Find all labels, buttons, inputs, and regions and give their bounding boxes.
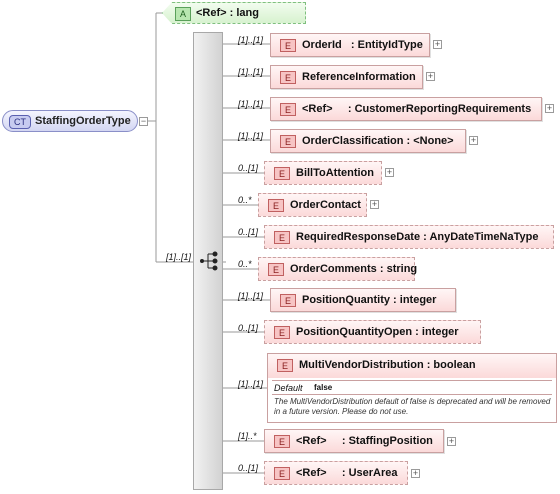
element-label: MultiVendorDistribution : boolean (299, 359, 476, 371)
element-badge: E (280, 135, 296, 148)
element-badge: E (268, 263, 284, 276)
expand-icon[interactable]: + (469, 136, 478, 145)
sequence-compositor-icon[interactable] (200, 251, 218, 271)
element-label: OrderClassification : <None> (302, 135, 454, 147)
element-label: PositionQuantity : integer (302, 294, 437, 306)
element-positionquantityopen[interactable]: E PositionQuantityOpen : integer (264, 320, 481, 344)
element-badge: E (280, 103, 296, 116)
multiplicity-label: [1]..[1] (238, 379, 264, 389)
divider (272, 394, 552, 395)
element-badge: E (274, 231, 290, 244)
element-customerreportingrequirements[interactable]: E <Ref> : CustomerReportingRequirements (270, 97, 542, 121)
multiplicity-label: 0..[1] (238, 163, 259, 173)
element-userarea[interactable]: E <Ref> : UserArea (264, 461, 408, 485)
element-header: E MultiVendorDistribution : boolean (268, 354, 556, 378)
attribute-node[interactable]: A <Ref> : lang (162, 2, 306, 24)
multiplicity-label: [1]..[1] (238, 99, 264, 109)
element-label: RequiredResponseDate : AnyDateTimeNaType (296, 231, 539, 243)
divider (272, 380, 552, 381)
element-label: OrderId : EntityIdType (302, 39, 423, 51)
multiplicity-label: [1]..[1] (238, 291, 264, 301)
expand-icon[interactable]: + (545, 104, 554, 113)
element-badge: E (280, 294, 296, 307)
expand-icon[interactable]: + (370, 200, 379, 209)
expand-icon[interactable]: + (426, 72, 435, 81)
multiplicity-label: 0..* (238, 259, 252, 269)
multiplicity-label: 0..* (238, 195, 252, 205)
multiplicity-label: 0..[1] (238, 227, 259, 237)
element-label: <Ref> : StaffingPosition (296, 435, 433, 447)
element-staffingposition[interactable]: E <Ref> : StaffingPosition (264, 429, 444, 453)
complex-type-badge: CT (9, 115, 31, 129)
multiplicity-label: [1]..[1] (238, 67, 264, 77)
documentation-text: The MultiVendorDistribution default of f… (274, 397, 551, 416)
multiplicity-label: 0..[1] (238, 463, 259, 473)
sequence-multiplicity: [1]..[1] (166, 252, 192, 262)
expand-icon[interactable]: + (411, 469, 420, 478)
element-badge: E (280, 71, 296, 84)
element-badge: E (268, 199, 284, 212)
element-label: BillToAttention (296, 167, 374, 179)
default-label: Default (274, 383, 303, 393)
element-multivendordistribution[interactable]: E MultiVendorDistribution : boolean Defa… (267, 353, 557, 423)
multiplicity-label: [1]..[1] (238, 131, 264, 141)
element-label: OrderContact (290, 199, 361, 211)
multiplicity-label: 0..[1] (238, 323, 259, 333)
element-badge: E (280, 39, 296, 52)
element-label: ReferenceInformation (302, 71, 416, 83)
expand-icon[interactable]: + (385, 168, 394, 177)
element-label: <Ref> : CustomerReportingRequirements (302, 103, 532, 115)
element-referenceinformation[interactable]: E ReferenceInformation (270, 65, 423, 89)
attribute-label: <Ref> : lang (196, 7, 259, 19)
element-billtoattention[interactable]: E BillToAttention (264, 161, 382, 185)
element-positionquantity[interactable]: E PositionQuantity : integer (270, 288, 456, 312)
default-value: false (314, 383, 333, 392)
multiplicity-label: [1]..* (238, 431, 257, 441)
collapse-icon[interactable]: − (139, 117, 148, 126)
element-ordercomments[interactable]: E OrderComments : string (258, 257, 418, 281)
element-label: <Ref> : UserArea (296, 467, 398, 479)
element-label: OrderComments : string (290, 263, 418, 275)
element-badge: E (274, 167, 290, 180)
element-badge: E (274, 467, 290, 480)
complex-type-node[interactable]: CT StaffingOrderType (2, 110, 138, 132)
expand-icon[interactable]: + (447, 437, 456, 446)
element-badge: E (277, 359, 293, 372)
element-orderclassification[interactable]: E OrderClassification : <None> (270, 129, 466, 153)
complex-type-name: StaffingOrderType (35, 115, 131, 127)
element-orderid[interactable]: E OrderId : EntityIdType (270, 33, 430, 57)
element-ordercontact[interactable]: E OrderContact (258, 193, 367, 217)
multiplicity-label: [1]..[1] (238, 35, 264, 45)
element-requiredresponsedate[interactable]: E RequiredResponseDate : AnyDateTimeNaTy… (264, 225, 554, 249)
element-label: PositionQuantityOpen : integer (296, 326, 459, 338)
attribute-badge: A (175, 7, 191, 21)
element-badge: E (274, 326, 290, 339)
expand-icon[interactable]: + (433, 40, 442, 49)
element-badge: E (274, 435, 290, 448)
